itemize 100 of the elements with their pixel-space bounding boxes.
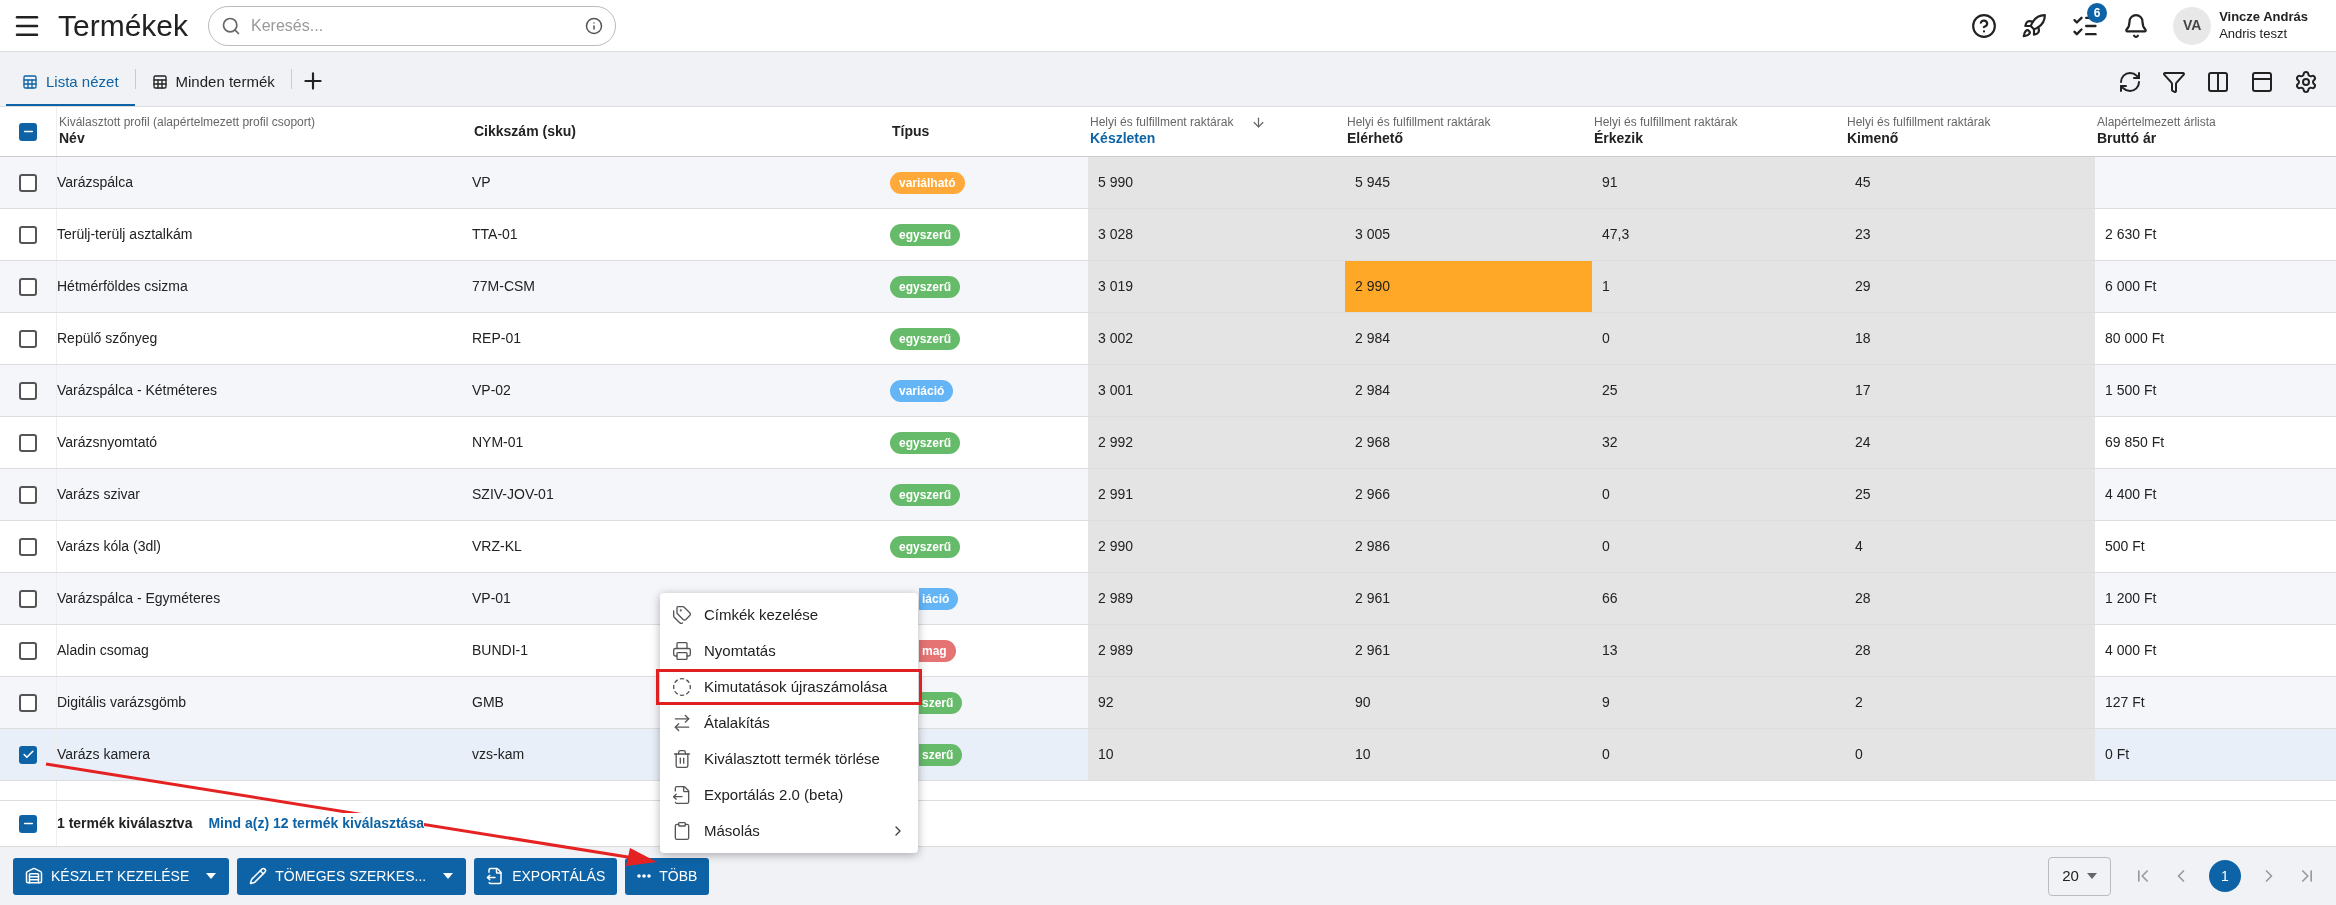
- sku-cell-text: vzs-kam: [472, 745, 525, 764]
- menu-item[interactable]: Nyomtatás: [660, 633, 918, 669]
- menu-item[interactable]: Kiválasztott termék törlése: [660, 741, 918, 777]
- column-header[interactable]: Készleten: [1090, 130, 1156, 148]
- outgoing-cell-text: 28: [1855, 641, 1871, 660]
- available-cell-text: 2 990: [1355, 277, 1391, 296]
- incoming-cell-text: 0: [1602, 329, 1610, 348]
- type-badge: mag: [919, 639, 956, 662]
- stock-cell-text: 92: [1098, 693, 1114, 712]
- checkbox[interactable]: [19, 122, 37, 141]
- columns-icon[interactable]: [2206, 70, 2230, 94]
- incoming-cell-text: 47,3: [1602, 225, 1630, 244]
- type-badge: egyszerű: [890, 327, 961, 350]
- column-header[interactable]: Elérhető: [1347, 130, 1403, 148]
- checkbox[interactable]: [19, 329, 37, 348]
- available-cell-text: 3 005: [1355, 225, 1391, 244]
- checkbox[interactable]: [19, 277, 37, 296]
- type-badge: egyszerű: [890, 223, 961, 246]
- checkbox[interactable]: [19, 225, 37, 244]
- sku-cell-text: REP-01: [472, 329, 522, 348]
- refresh-icon[interactable]: [2118, 70, 2142, 94]
- checkbox[interactable]: [19, 641, 37, 660]
- stock-cell-text: 2 989: [1098, 641, 1134, 660]
- incoming-cell-text: 91: [1602, 173, 1618, 192]
- outgoing-cell-text: 23: [1855, 225, 1871, 244]
- outgoing-cell-text: 29: [1855, 277, 1871, 296]
- incoming-cell-text: 9: [1602, 693, 1610, 712]
- stock-cell-text: 10: [1098, 745, 1114, 764]
- column-header[interactable]: Cikkszám (sku): [474, 122, 576, 141]
- sku-cell-text: VP-02: [472, 381, 511, 400]
- help-icon[interactable]: [1971, 12, 1998, 39]
- checkbox[interactable]: [19, 589, 37, 608]
- view-tab[interactable]: Minden termék: [135, 60, 291, 106]
- type-badge: iáció: [919, 587, 959, 610]
- tags-icon: [672, 605, 692, 625]
- product-name: Varázsnyomtató: [57, 433, 158, 452]
- action-button[interactable]: EXPORTÁLÁS: [474, 857, 618, 895]
- type-badge: egyszerű: [890, 483, 961, 506]
- avatar[interactable]: VA: [2173, 6, 2212, 45]
- search-field[interactable]: Keresés...: [208, 5, 617, 46]
- price-cell-text: 4 400 Ft: [2105, 485, 2157, 504]
- column-header[interactable]: Kimenő: [1847, 130, 1899, 148]
- column-header[interactable]: Érkezik: [1594, 130, 1644, 148]
- menu-item[interactable]: Átalakítás: [660, 705, 918, 741]
- page-size-select[interactable]: 20: [2048, 856, 2111, 896]
- sku-cell-text: TTA-01: [472, 225, 518, 244]
- checkbox[interactable]: [19, 433, 37, 452]
- table-icon: [151, 74, 168, 90]
- available-cell-text: 2 986: [1355, 537, 1391, 556]
- clipboard-icon: [672, 821, 692, 841]
- action-button[interactable]: TÖMEGES SZERKES...: [237, 857, 467, 895]
- check-icon: [21, 748, 35, 761]
- checkbox[interactable]: [19, 173, 37, 192]
- rocket-icon[interactable]: [2021, 12, 2048, 39]
- stock-cell-text: 3 002: [1098, 329, 1134, 348]
- available-cell-text: 90: [1355, 693, 1371, 712]
- select-all-link[interactable]: Mind a(z) 12 termék kiválasztása: [208, 813, 424, 834]
- view-tab[interactable]: Lista nézet: [6, 60, 135, 106]
- available-cell-text: 2 961: [1355, 641, 1391, 660]
- checkbox[interactable]: [19, 693, 37, 712]
- outgoing-cell-text: 18: [1855, 329, 1871, 348]
- price-cell-text: 80 000 Ft: [2105, 329, 2165, 348]
- column-header[interactable]: Típus: [892, 122, 930, 141]
- user-name: Vincze András: [2219, 9, 2308, 26]
- price-cell-text: 6 000 Ft: [2105, 277, 2157, 296]
- incoming-cell-text: 1: [1602, 277, 1610, 296]
- incoming-cell-text: 25: [1602, 381, 1618, 400]
- menu-item[interactable]: Exportálás 2.0 (beta): [660, 777, 918, 813]
- column-group-label: Helyi és fulfillment raktárak: [1347, 115, 1491, 131]
- checkbox[interactable]: [19, 381, 37, 400]
- incoming-cell-text: 66: [1602, 589, 1618, 608]
- action-button[interactable]: TÖBB: [625, 857, 710, 895]
- stock-cell-text: 2 992: [1098, 433, 1134, 452]
- table-icon: [22, 74, 38, 90]
- product-name: Varázspálca - Egyméteres: [57, 589, 221, 608]
- layout-icon[interactable]: [2250, 70, 2274, 94]
- outgoing-cell-text: 25: [1855, 485, 1871, 504]
- product-name: Aladin csomag: [57, 641, 149, 660]
- type-badge: egyszerű: [890, 535, 961, 558]
- ellipsis-icon: [637, 874, 652, 878]
- settings-icon[interactable]: [2294, 70, 2318, 94]
- menu-item[interactable]: Kimutatások újraszámolása: [656, 669, 922, 705]
- incoming-cell-text: 0: [1602, 745, 1610, 764]
- info-icon[interactable]: [585, 16, 604, 35]
- bell-icon[interactable]: [2123, 12, 2150, 39]
- action-button[interactable]: KÉSZLET KEZELÉSE: [13, 857, 230, 895]
- menu-item[interactable]: Másolás: [660, 813, 918, 849]
- checkbox[interactable]: [19, 537, 37, 556]
- filter-icon[interactable]: [2162, 70, 2186, 94]
- page-button[interactable]: 1: [2209, 860, 2241, 892]
- sort-arrow-icon[interactable]: [1251, 115, 1267, 131]
- page-title: Termékek: [58, 10, 189, 41]
- checkbox[interactable]: [19, 745, 37, 764]
- column-header[interactable]: Név: [59, 130, 85, 148]
- available-cell-text: 2 984: [1355, 381, 1391, 400]
- incoming-cell-text: 0: [1602, 485, 1610, 504]
- column-header[interactable]: Bruttó ár: [2097, 130, 2157, 148]
- menu-item[interactable]: Címkék kezelése: [660, 597, 918, 633]
- checkbox[interactable]: [19, 485, 37, 504]
- checkbox[interactable]: [19, 814, 37, 833]
